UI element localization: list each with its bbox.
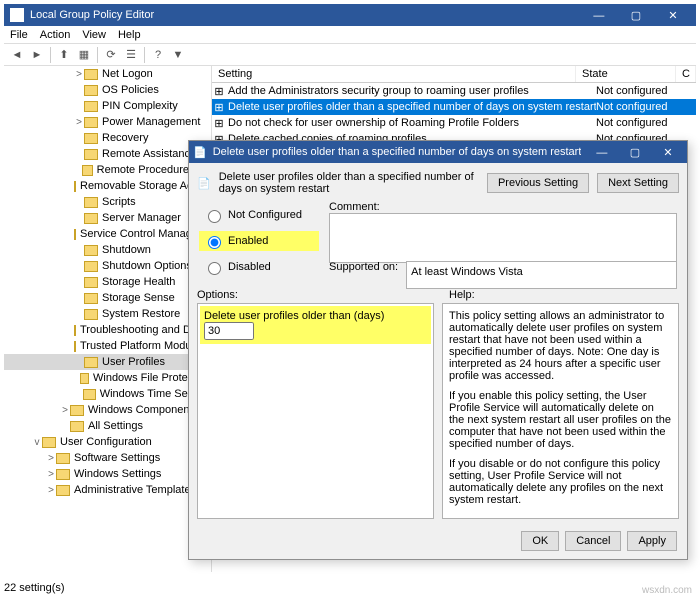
help-paragraph: This policy setting allows an administra… xyxy=(449,310,672,382)
tree-item[interactable]: Server Manager xyxy=(4,210,211,226)
ok-button[interactable]: OK xyxy=(521,531,559,551)
tree-item[interactable]: System Restore xyxy=(4,306,211,322)
menu-help[interactable]: Help xyxy=(118,29,141,41)
tree-item[interactable]: >Windows Components xyxy=(4,402,211,418)
help-panel: This policy setting allows an administra… xyxy=(442,303,679,519)
status-bar: 22 setting(s) xyxy=(4,582,65,594)
options-panel: Delete user profiles older than (days) xyxy=(197,303,434,519)
next-setting-button[interactable]: Next Setting xyxy=(597,173,679,193)
supported-value: At least Windows Vista xyxy=(406,261,677,289)
radio-disabled[interactable]: Disabled xyxy=(199,257,319,277)
tree-item[interactable]: Storage Sense xyxy=(4,290,211,306)
back-icon[interactable]: ◄ xyxy=(8,46,26,64)
menu-view[interactable]: View xyxy=(82,29,106,41)
main-titlebar: Local Group Policy Editor — ▢ ✕ xyxy=(4,4,696,26)
watermark: wsxdn.com xyxy=(642,585,692,596)
list-row[interactable]: ⊞Delete user profiles older than a speci… xyxy=(212,99,696,115)
state-radios: Not Configured Enabled Disabled xyxy=(199,205,319,277)
cancel-button[interactable]: Cancel xyxy=(565,531,621,551)
supported-label: Supported on: xyxy=(329,261,398,289)
option-days-label: Delete user profiles older than (days) xyxy=(204,310,427,322)
list-icon[interactable]: ☰ xyxy=(122,46,140,64)
radio-not-configured[interactable]: Not Configured xyxy=(199,205,319,225)
option-days-input[interactable] xyxy=(204,322,254,340)
dialog-close-button[interactable]: ✕ xyxy=(653,146,683,159)
tree-item[interactable]: Shutdown Options xyxy=(4,258,211,274)
dialog-titlebar: 📄 Delete user profiles older than a spec… xyxy=(189,141,687,163)
apply-button[interactable]: Apply xyxy=(627,531,677,551)
toolbar: ◄ ► ⬆ ▦ ⟳ ☰ ? ▼ xyxy=(4,44,696,66)
tree-item[interactable]: Windows File Protection xyxy=(4,370,211,386)
filter-icon[interactable]: ▼ xyxy=(169,46,187,64)
tree-item[interactable]: >Software Settings xyxy=(4,450,211,466)
tree-item[interactable]: >Net Logon xyxy=(4,66,211,82)
tree-item[interactable]: Removable Storage Access xyxy=(4,178,211,194)
options-label: Options: xyxy=(197,289,238,301)
tree-item[interactable]: All Settings xyxy=(4,418,211,434)
maximize-button[interactable]: ▢ xyxy=(619,9,653,22)
tree-item[interactable]: >Power Management xyxy=(4,114,211,130)
menu-file[interactable]: File xyxy=(10,29,28,41)
tree-item[interactable]: vUser Configuration xyxy=(4,434,211,450)
tree-item[interactable]: Remote Assistance xyxy=(4,146,211,162)
comment-textarea[interactable] xyxy=(329,213,677,263)
dialog-maximize-button[interactable]: ▢ xyxy=(620,146,650,159)
col-c[interactable]: C xyxy=(676,66,696,82)
help-icon[interactable]: ? xyxy=(149,46,167,64)
tree-item[interactable]: Shutdown xyxy=(4,242,211,258)
up-icon[interactable]: ⬆ xyxy=(55,46,73,64)
tree-item[interactable]: PIN Complexity xyxy=(4,98,211,114)
close-button[interactable]: ✕ xyxy=(656,9,690,22)
help-paragraph: If you disable or do not configure this … xyxy=(449,458,672,506)
tree-item[interactable]: Trusted Platform Module Servi xyxy=(4,338,211,354)
dialog-icon: 📄 xyxy=(193,146,207,159)
dialog-title: Delete user profiles older than a specif… xyxy=(213,146,582,158)
tree-item[interactable]: Scripts xyxy=(4,194,211,210)
comment-label: Comment: xyxy=(329,201,677,213)
list-row[interactable]: ⊞Do not check for user ownership of Roam… xyxy=(212,115,696,131)
window-title: Local Group Policy Editor xyxy=(30,9,154,21)
policy-icon: 📄 xyxy=(197,177,211,190)
tree-item[interactable]: Service Control Manager Settin xyxy=(4,226,211,242)
tree-item[interactable]: Troubleshooting and Diagnostic xyxy=(4,322,211,338)
col-state[interactable]: State xyxy=(576,66,676,82)
menubar: File Action View Help xyxy=(4,26,696,44)
tree-item[interactable]: Windows Time Service xyxy=(4,386,211,402)
tree-item[interactable]: OS Policies xyxy=(4,82,211,98)
tree-item[interactable]: Recovery xyxy=(4,130,211,146)
policy-name: Delete user profiles older than a specif… xyxy=(219,171,479,195)
tree-item[interactable]: >Administrative Templates xyxy=(4,482,211,498)
minimize-button[interactable]: — xyxy=(582,10,616,22)
tree-item[interactable]: Remote Procedure Call xyxy=(4,162,211,178)
help-paragraph: If you enable this policy setting, the U… xyxy=(449,390,672,450)
policy-dialog: 📄 Delete user profiles older than a spec… xyxy=(188,140,688,560)
col-setting[interactable]: Setting xyxy=(212,66,576,82)
forward-icon[interactable]: ► xyxy=(28,46,46,64)
menu-action[interactable]: Action xyxy=(40,29,71,41)
tree-item[interactable]: User Profiles xyxy=(4,354,211,370)
previous-setting-button[interactable]: Previous Setting xyxy=(487,173,589,193)
help-label: Help: xyxy=(449,289,475,301)
list-header: Setting State C xyxy=(212,66,696,83)
radio-enabled[interactable]: Enabled xyxy=(199,231,319,251)
app-icon xyxy=(10,8,24,22)
refresh-icon[interactable]: ⟳ xyxy=(102,46,120,64)
grid-icon[interactable]: ▦ xyxy=(75,46,93,64)
tree-view[interactable]: >Net LogonOS PoliciesPIN Complexity>Powe… xyxy=(4,66,212,572)
dialog-minimize-button[interactable]: — xyxy=(587,147,617,159)
list-row[interactable]: ⊞Add the Administrators security group t… xyxy=(212,83,696,99)
tree-item[interactable]: Storage Health xyxy=(4,274,211,290)
tree-item[interactable]: >Windows Settings xyxy=(4,466,211,482)
